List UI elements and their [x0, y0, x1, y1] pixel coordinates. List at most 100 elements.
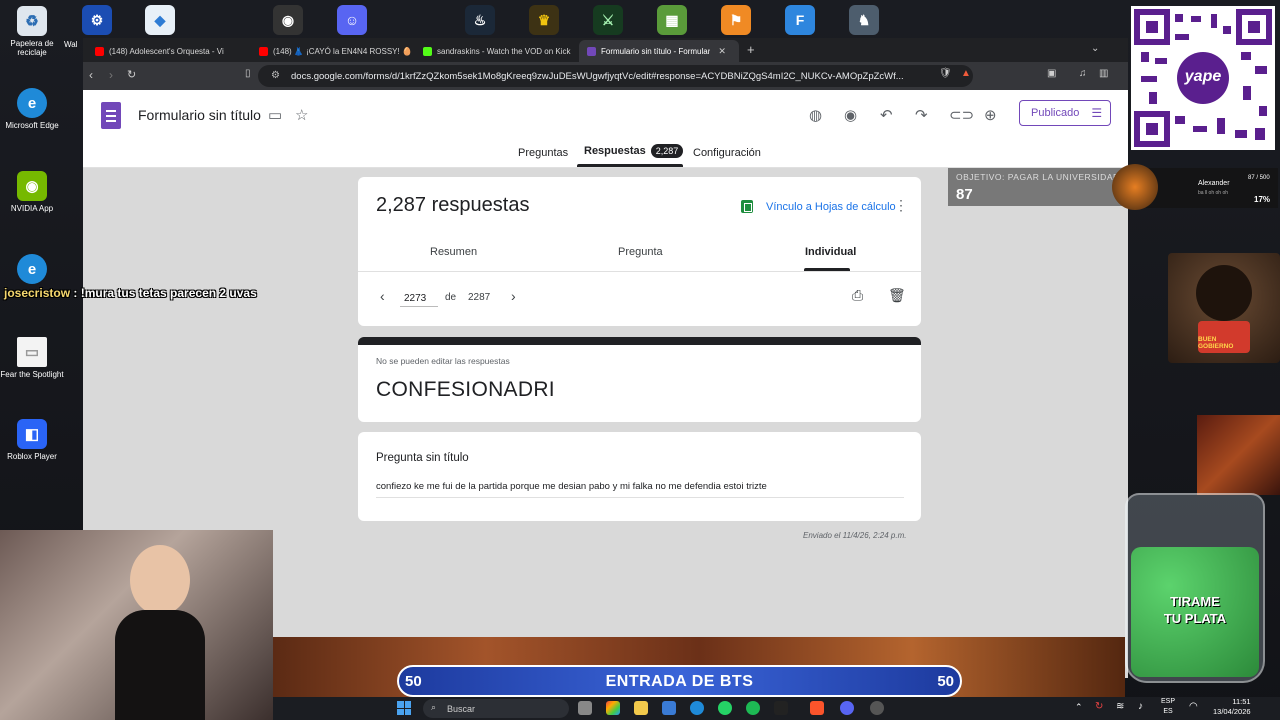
desktop-icon-roblox[interactable]: ◧ Roblox Player	[0, 419, 64, 461]
responses-count: 2,287 respuestas	[376, 194, 530, 216]
language-indicator[interactable]: ESP ES	[1161, 697, 1175, 717]
tab-settings[interactable]: Configuración	[693, 147, 761, 159]
palette-icon[interactable]: ◍	[809, 106, 822, 124]
subtab-individual[interactable]: Individual	[805, 246, 856, 258]
steam-icon[interactable]: ♨	[465, 5, 495, 35]
folder-icon[interactable]: ▭	[268, 106, 282, 124]
cs-icon[interactable]: ⚑	[721, 5, 751, 35]
prev-response-icon[interactable]: ‹	[380, 288, 385, 304]
app-taskbar-icon[interactable]	[774, 701, 788, 715]
subtab-summary[interactable]: Resumen	[430, 246, 477, 258]
discord-icon[interactable]: ☺	[337, 5, 367, 35]
music-percent: 17%	[1254, 195, 1271, 204]
browser-tab-active[interactable]: Formulario sin título - Formular ✕	[579, 40, 739, 62]
tray-app-icon[interactable]: ↻	[1095, 701, 1103, 712]
preview-icon[interactable]: ◉	[844, 106, 857, 124]
settings-sliders-icon: ☰	[1091, 106, 1103, 120]
desktop-icon-label: Roblox Player	[7, 452, 57, 461]
response-number-input[interactable]: 2273	[400, 289, 438, 307]
tip-jar: TIRAME TU PLATA	[1125, 493, 1265, 683]
tab-responses[interactable]: Respuestas 2,287	[584, 144, 684, 158]
taskbar-search[interactable]: ⌕ Buscar	[423, 699, 569, 718]
desktop-icon-label: Fear the Spotlight	[0, 370, 64, 379]
tab-label: (148) 👗 ¡CAYÓ la EN4N4 ROSSY! 🥚	[273, 46, 411, 56]
form-title[interactable]: Formulario sin título	[138, 107, 261, 123]
brave-shield-icon[interactable]: 🛡	[939, 68, 952, 79]
desktop-icon-label: Papelera de reciclaje	[10, 39, 54, 57]
game-icon[interactable]: ♞	[849, 5, 879, 35]
media-icon[interactable]: ♫	[1079, 68, 1087, 79]
new-tab-button[interactable]: +	[747, 42, 755, 57]
google-forms-icon[interactable]	[101, 102, 121, 129]
file-explorer-icon[interactable]	[634, 701, 648, 715]
microphone-icon[interactable]: ♪	[1138, 701, 1143, 712]
next-response-icon[interactable]: ›	[511, 288, 516, 304]
more-options-icon[interactable]: ⋮	[894, 197, 908, 214]
subtab-question[interactable]: Pregunta	[618, 246, 663, 258]
task-view-icon[interactable]	[578, 701, 592, 715]
browser-tab[interactable]: (148) Adolescent's Orquesta - Vi	[87, 40, 247, 62]
lang-region: ES	[1163, 708, 1173, 715]
back-icon[interactable]: ‹	[89, 68, 93, 82]
desktop-icon-recycle-bin[interactable]: ♻ Papelera de reciclaje	[0, 6, 64, 57]
recycle-bin-icon: ♻	[17, 6, 47, 36]
delete-icon[interactable]: 🗑	[888, 287, 906, 304]
tray-chevron-icon[interactable]: ⌃	[1075, 702, 1083, 713]
browser-tab[interactable]: sandraskins - Watch the VOD on Kick	[415, 40, 575, 62]
app-icon[interactable]: ⚙	[82, 5, 112, 35]
desktop-icon-fear-the-spotlight[interactable]: ▭ Fear the Spotlight	[0, 337, 64, 379]
yape-qr-code: yape	[1131, 6, 1275, 150]
brave-icon[interactable]	[810, 701, 824, 715]
clock-date: 13/04/2026	[1213, 707, 1251, 716]
url-text: docs.google.com/forms/d/1krfZzQZkom5sek1…	[291, 70, 904, 82]
published-button[interactable]: Publicado ☰	[1019, 100, 1111, 126]
reload-icon[interactable]: ↻	[127, 68, 136, 81]
desktop-icon-edge-2[interactable]: e	[0, 254, 64, 287]
tip-jar-line2: TU PLATA	[1163, 611, 1227, 626]
minecraft-icon[interactable]: ▦	[657, 5, 687, 35]
obs-icon[interactable]: ◉	[273, 5, 303, 35]
store-icon[interactable]	[662, 701, 676, 715]
clock[interactable]: 11:51 13/04/2026	[1213, 697, 1251, 717]
whatsapp-icon[interactable]	[718, 701, 732, 715]
print-icon[interactable]: ⎙	[852, 287, 863, 304]
forms-icon	[587, 46, 596, 56]
tab-search-icon[interactable]: ⌄	[1091, 43, 1099, 54]
windows-start-icon[interactable]	[397, 701, 411, 715]
sidebar-icon[interactable]: ▥	[1099, 68, 1108, 79]
link-icon[interactable]: ⊂⊃	[949, 106, 974, 124]
tray-network-icon[interactable]: ≋	[1116, 701, 1124, 712]
address-bar: ‹ › ↻ ▯ ⚙ docs.google.com/forms/d/1krfZz…	[83, 62, 1128, 90]
discord-taskbar-icon[interactable]	[840, 701, 854, 715]
add-collaborator-icon[interactable]: ⊕	[984, 106, 997, 124]
brave-rewards-icon[interactable]: ▲	[961, 68, 971, 79]
spotify-icon[interactable]	[746, 701, 760, 715]
undo-icon[interactable]: ↶	[880, 106, 893, 124]
desktop-icon-edge[interactable]: e Microsoft Edge	[0, 88, 64, 130]
sheets-link[interactable]: Vínculo a Hojas de cálculo	[741, 200, 896, 213]
answer-text: confiezo ke me fui de la partida porque …	[376, 481, 904, 498]
bookmark-icon[interactable]: ▯	[245, 68, 251, 79]
tab-questions[interactable]: Preguntas	[518, 147, 568, 159]
app-icon[interactable]: ◆	[145, 5, 175, 35]
browser-tab[interactable]: (148) 👗 ¡CAYÓ la EN4N4 ROSSY! 🥚	[251, 40, 411, 62]
edge-taskbar-icon[interactable]	[690, 701, 704, 715]
copilot-icon[interactable]	[606, 701, 620, 715]
fortnite-icon[interactable]: F	[785, 5, 815, 35]
desktop-icon-nvidia[interactable]: ◉ NVIDIA App	[0, 171, 64, 213]
game-icon[interactable]: ⚔	[593, 5, 623, 35]
game-icon[interactable]: ♛	[529, 5, 559, 35]
redo-icon[interactable]: ↷	[915, 106, 928, 124]
url-field[interactable]: ⚙ docs.google.com/forms/d/1krfZzQZkom5se…	[258, 65, 973, 87]
site-info-icon[interactable]: ⚙	[271, 70, 280, 81]
tab-label: (148) Adolescent's Orquesta - Vi	[109, 46, 224, 56]
pager-total: 2287	[468, 292, 491, 303]
star-icon[interactable]: ☆	[295, 106, 308, 124]
obs-taskbar-icon[interactable]	[870, 701, 884, 715]
wifi-icon[interactable]: ◠	[1189, 701, 1198, 712]
forward-icon[interactable]: ›	[109, 68, 113, 82]
close-tab-icon[interactable]: ✕	[718, 46, 726, 57]
sheets-link-label: Vínculo a Hojas de cálculo	[766, 200, 896, 213]
screenshot-icon[interactable]: ▣	[1047, 68, 1056, 79]
edge-icon: e	[17, 88, 47, 118]
